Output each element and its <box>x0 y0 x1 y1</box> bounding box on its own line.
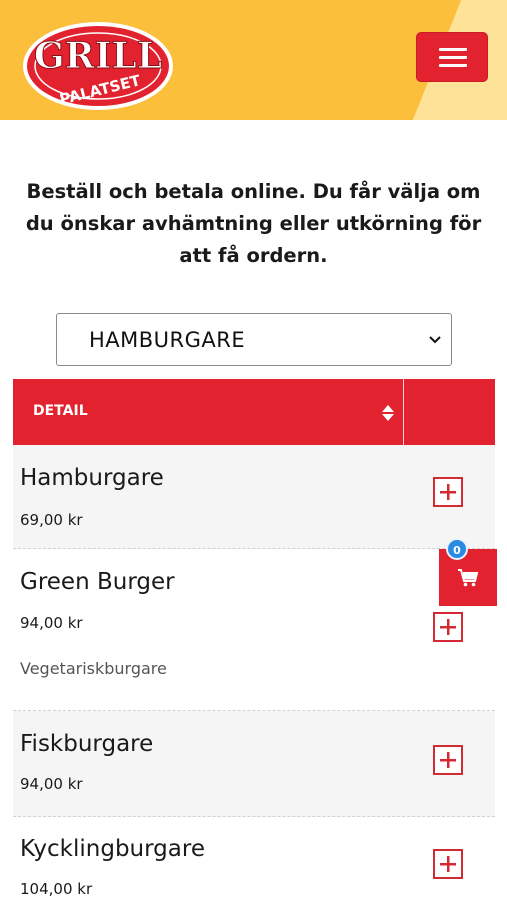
grillpalatset-logo[interactable]: GRILL PALATSET <box>20 20 176 112</box>
item-price: 94,00 kr <box>20 775 83 793</box>
item-name: Green Burger <box>20 569 175 595</box>
chevron-down-icon <box>429 336 441 344</box>
plus-icon <box>440 856 456 872</box>
menu-item-row: Hamburgare 69,00 kr <box>13 445 495 549</box>
site-header: GRILL PALATSET <box>0 0 507 120</box>
add-to-cart-button[interactable] <box>433 745 463 775</box>
menu-bar <box>439 48 467 51</box>
column-divider <box>403 379 404 445</box>
item-description: Vegetariskburgare <box>20 659 167 678</box>
item-name: Kycklingburgare <box>20 836 205 862</box>
menu-item-row: Kycklingburgare 104,00 kr <box>13 817 495 917</box>
category-select-value: HAMBURGARE <box>89 328 246 352</box>
item-name: Hamburgare <box>20 465 164 491</box>
sort-icon[interactable] <box>381 404 395 422</box>
item-price: 94,00 kr <box>20 614 83 632</box>
menu-item-row: Green Burger 94,00 kr Vegetariskburgare <box>13 549 495 711</box>
add-to-cart-button[interactable] <box>433 612 463 642</box>
category-select[interactable]: HAMBURGARE <box>56 313 452 366</box>
menu-item-row: Fiskburgare 94,00 kr <box>13 711 495 817</box>
add-to-cart-button[interactable] <box>433 477 463 507</box>
logo-text-grill: GRILL <box>34 35 162 77</box>
plus-icon <box>440 619 456 635</box>
plus-icon <box>440 484 456 500</box>
hamburger-menu-button[interactable] <box>416 32 488 82</box>
cart-button[interactable] <box>439 549 497 606</box>
menu-bar <box>439 56 467 59</box>
column-header-detail[interactable]: DETAIL <box>33 403 88 419</box>
shopping-cart-icon <box>458 569 479 587</box>
add-to-cart-button[interactable] <box>433 849 463 879</box>
table-header: DETAIL <box>13 379 495 445</box>
menu-bar <box>439 64 467 67</box>
cart-count-badge: 0 <box>446 538 468 560</box>
item-price: 69,00 kr <box>20 511 83 529</box>
plus-icon <box>440 752 456 768</box>
item-price: 104,00 kr <box>20 880 93 898</box>
intro-text: Beställ och betala online. Du får välja … <box>25 180 482 267</box>
item-name: Fiskburgare <box>20 731 154 757</box>
